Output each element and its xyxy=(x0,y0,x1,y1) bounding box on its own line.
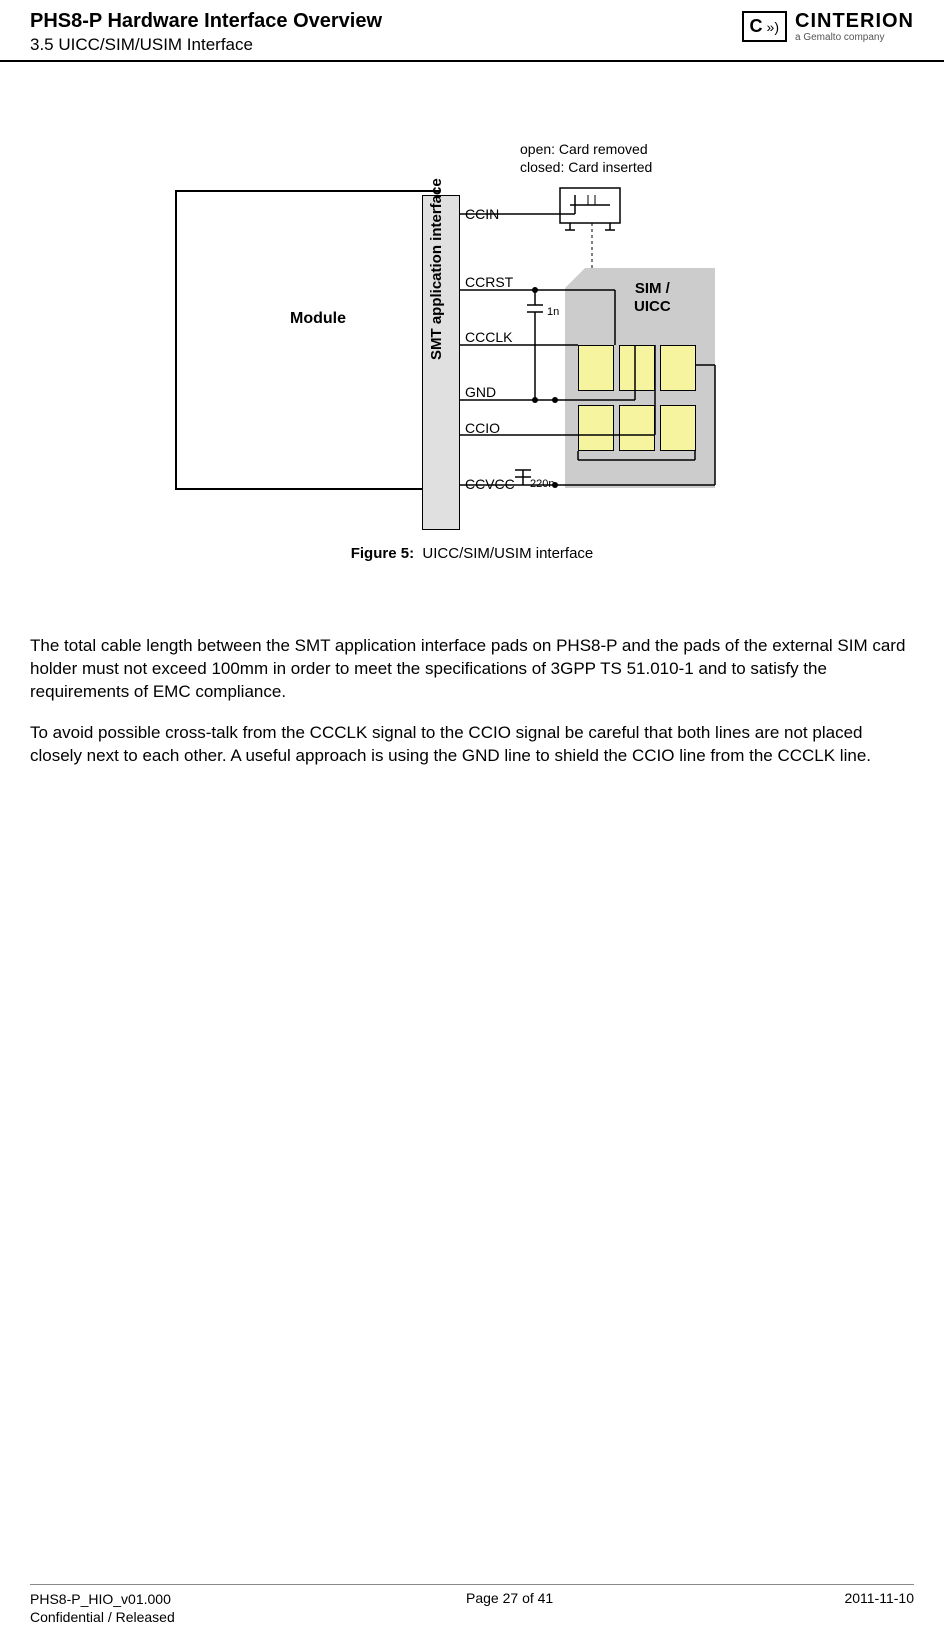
footer-doc-id: PHS8-P_HIO_v01.000 xyxy=(30,1590,175,1608)
footer-left: PHS8-P_HIO_v01.000 Confidential / Releas… xyxy=(30,1590,175,1626)
footer-date: 2011-11-10 xyxy=(844,1590,914,1626)
paragraph-2: To avoid possible cross-talk from the CC… xyxy=(30,722,914,768)
brand-subtext: a Gemalto company xyxy=(795,32,914,43)
footer-page: Page 27 of 41 xyxy=(466,1590,553,1626)
page-footer: PHS8-P_HIO_v01.000 Confidential / Releas… xyxy=(30,1584,914,1626)
paragraph-1: The total cable length between the SMT a… xyxy=(30,635,914,704)
body-text: The total cable length between the SMT a… xyxy=(30,635,914,786)
wiring-svg xyxy=(175,140,775,560)
logo-letter: C xyxy=(750,16,763,37)
header-left: PHS8-P Hardware Interface Overview 3.5 U… xyxy=(30,10,382,55)
logo-icon: C ») xyxy=(742,11,787,42)
doc-subtitle: 3.5 UICC/SIM/USIM Interface xyxy=(30,35,382,55)
figure-text: UICC/SIM/USIM interface xyxy=(422,545,593,562)
circuit-diagram: open: Card removed closed: Card inserted… xyxy=(175,140,775,560)
footer-status: Confidential / Released xyxy=(30,1608,175,1626)
brand-name: CINTERION xyxy=(795,10,914,32)
header-right: C ») CINTERION a Gemalto company xyxy=(742,10,914,43)
figure-caption: Figure 5: UICC/SIM/USIM interface xyxy=(0,545,944,562)
brand-box: CINTERION a Gemalto company xyxy=(795,10,914,43)
doc-title: PHS8-P Hardware Interface Overview xyxy=(30,10,382,33)
page-header: PHS8-P Hardware Interface Overview 3.5 U… xyxy=(0,0,944,62)
logo-wave-icon: ») xyxy=(767,19,779,35)
figure-label: Figure 5: xyxy=(351,545,414,562)
